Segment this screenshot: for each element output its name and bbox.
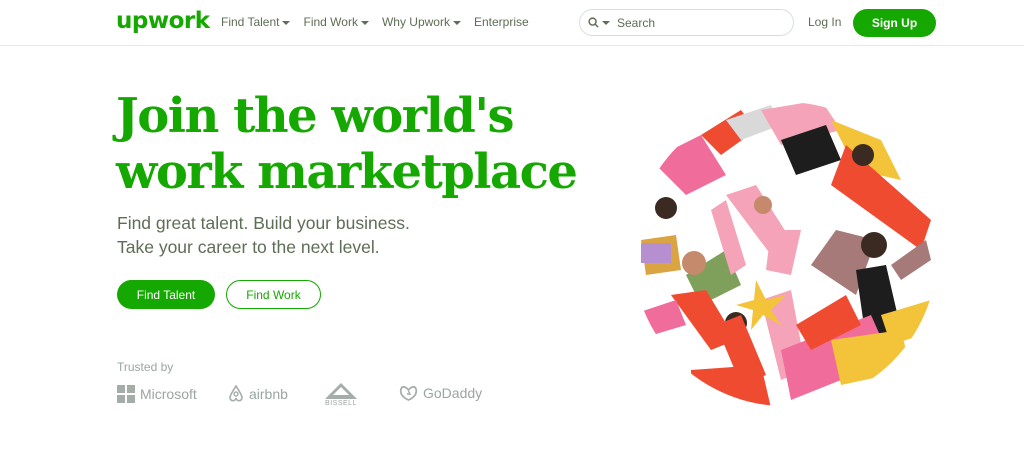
bissell-logo: BISSELL [323,382,359,407]
search-input[interactable] [617,15,767,30]
menu-why-upwork[interactable]: Why Upwork [382,15,461,29]
menu-find-talent[interactable]: Find Talent [221,15,291,29]
search-icon[interactable] [588,17,599,28]
menu-label: Find Talent [221,15,280,29]
find-work-button[interactable]: Find Work [226,280,321,309]
upwork-logo[interactable]: upwork [116,8,210,34]
menu-find-work[interactable]: Find Work [303,15,369,29]
brand-name: GoDaddy [423,385,483,401]
brand-name: BISSELL [325,400,357,407]
hero-illustration [633,102,937,406]
microsoft-squares-icon [117,385,135,403]
menu-label: Find Work [303,15,358,29]
menu-label: Enterprise [473,15,529,29]
hero-subtitle: Find great talent. Build your business. … [117,211,410,259]
hero-title-line-1: Join the world's [116,88,515,144]
brand-name: Microsoft [140,386,197,402]
chevron-down-icon [282,20,291,25]
find-talent-button[interactable]: Find Talent [117,280,215,309]
hero-title: Join the world's work marketplace [116,88,596,200]
godaddy-logo: GoDaddy [399,385,482,401]
hero-title-line-2: work marketplace [116,144,578,200]
hero-subtitle-line-2: Take your career to the next level. [117,237,380,257]
chevron-down-icon [452,20,461,25]
menu-label: Why Upwork [381,15,450,29]
airbnb-icon [229,385,243,402]
signup-button[interactable]: Sign Up [853,9,936,37]
microsoft-logo: Microsoft [117,385,197,403]
login-link[interactable]: Log In [808,15,841,29]
hero-subtitle-line-1: Find great talent. Build your business. [117,213,410,233]
godaddy-icon [399,386,418,401]
chevron-down-icon [360,20,369,25]
airbnb-logo: airbnb [228,385,288,402]
search-type-chevron-icon[interactable] [602,21,610,25]
top-nav: upwork Find Talent Find Work Why Upwork … [0,0,1024,46]
brand-name: airbnb [249,385,288,402]
trusted-by-label: Trusted by [117,360,174,374]
menu-enterprise[interactable]: Enterprise [474,15,529,29]
main-menu: Find Talent Find Work Why Upwork Enterpr… [221,15,529,29]
bissell-mountain-icon [325,383,357,399]
search-bar [579,9,794,36]
